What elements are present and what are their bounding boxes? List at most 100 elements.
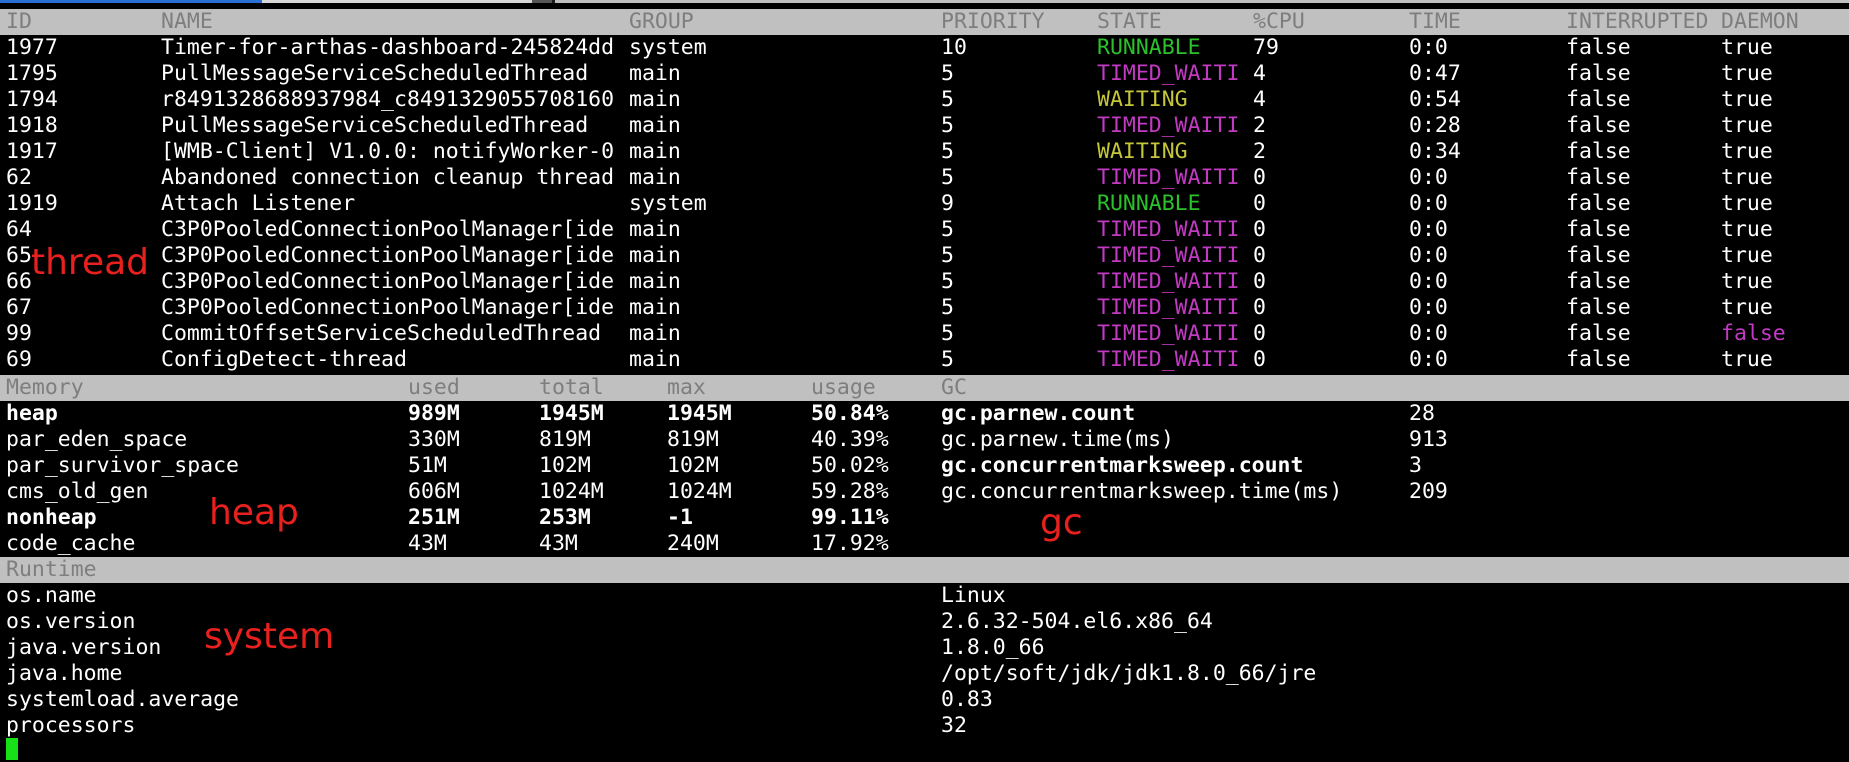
- thread-group-cell: system: [629, 35, 707, 60]
- thread-group-cell: system: [629, 191, 707, 216]
- runtime-property-value: Linux: [941, 583, 1006, 608]
- thread-cpu-cell: 0: [1253, 191, 1266, 216]
- thread-time-cell: 0:54: [1409, 87, 1461, 112]
- thread-daemon-cell: true: [1721, 61, 1773, 86]
- thread-daemon-cell: true: [1721, 139, 1773, 164]
- memory-total-cell: 1024M: [539, 479, 604, 504]
- thread-priority-cell: 5: [941, 87, 954, 112]
- memory-usage-cell: 50.02%: [811, 453, 889, 478]
- memory-name-cell: heap: [6, 401, 58, 426]
- annotation-thread: thread: [31, 242, 150, 283]
- gc-metric-value: 3: [1409, 453, 1422, 478]
- thread-time-cell: 0:0: [1409, 295, 1448, 320]
- annotation-gc: gc: [1040, 502, 1083, 543]
- thread-interrupted-cell: false: [1566, 347, 1631, 372]
- thread-time-cell: 0:0: [1409, 321, 1448, 346]
- thread-cpu-cell: 0: [1253, 165, 1266, 190]
- thread-cpu-cell: 2: [1253, 139, 1266, 164]
- thread-id-cell: 1919: [6, 191, 58, 216]
- memory-max-cell: 102M: [667, 453, 719, 478]
- tab-separator: [532, 0, 552, 3]
- thread-col-header: DAEMON: [1721, 9, 1799, 34]
- runtime-property-value: 32: [941, 713, 967, 738]
- thread-interrupted-cell: false: [1566, 87, 1631, 112]
- thread-group-cell: main: [629, 269, 681, 294]
- thread-daemon-cell: true: [1721, 217, 1773, 242]
- thread-time-cell: 0:28: [1409, 113, 1461, 138]
- runtime-header: [0, 557, 1849, 583]
- thread-priority-cell: 5: [941, 165, 954, 190]
- terminal-cursor: [6, 738, 18, 760]
- thread-daemon-cell: true: [1721, 243, 1773, 268]
- memory-max-cell: -1: [667, 505, 693, 530]
- thread-state-cell: WAITING: [1097, 139, 1188, 164]
- thread-state-cell: RUNNABLE: [1097, 191, 1201, 216]
- runtime-property-value: /opt/soft/jdk/jdk1.8.0_66/jre: [941, 661, 1317, 686]
- thread-daemon-cell: true: [1721, 113, 1773, 138]
- thread-group-cell: main: [629, 217, 681, 242]
- thread-group-cell: main: [629, 165, 681, 190]
- thread-interrupted-cell: false: [1566, 165, 1631, 190]
- active-tab-indicator[interactable]: [0, 0, 262, 3]
- thread-id-cell: 1794: [6, 87, 58, 112]
- memory-total-cell: 102M: [539, 453, 591, 478]
- gc-col-header: GC: [941, 375, 967, 400]
- memory-col-header: usage: [811, 375, 876, 400]
- thread-priority-cell: 5: [941, 61, 954, 86]
- gc-metric-name: gc.concurrentmarksweep.time(ms): [941, 479, 1343, 504]
- gc-metric-value: 209: [1409, 479, 1448, 504]
- thread-interrupted-cell: false: [1566, 321, 1631, 346]
- memory-max-cell: 1945M: [667, 401, 732, 426]
- thread-name-cell: ConfigDetect-thread: [161, 347, 407, 372]
- thread-state-cell: TIMED_WAITI: [1097, 113, 1240, 138]
- thread-state-cell: TIMED_WAITI: [1097, 217, 1240, 242]
- gc-metric-name: gc.concurrentmarksweep.count: [941, 453, 1304, 478]
- thread-group-cell: main: [629, 295, 681, 320]
- thread-interrupted-cell: false: [1566, 243, 1631, 268]
- thread-time-cell: 0:47: [1409, 61, 1461, 86]
- thread-state-cell: TIMED_WAITI: [1097, 269, 1240, 294]
- memory-usage-cell: 40.39%: [811, 427, 889, 452]
- thread-group-cell: main: [629, 243, 681, 268]
- memory-name-cell: code_cache: [6, 531, 136, 556]
- thread-state-cell: TIMED_WAITI: [1097, 243, 1240, 268]
- memory-usage-cell: 59.28%: [811, 479, 889, 504]
- runtime-property-name: os.version: [6, 609, 136, 634]
- thread-name-cell: PullMessageServiceScheduledThread: [161, 113, 589, 138]
- runtime-property-value: 2.6.32-504.el6.x86_64: [941, 609, 1213, 634]
- memory-max-cell: 1024M: [667, 479, 732, 504]
- thread-daemon-cell: true: [1721, 35, 1773, 60]
- memory-max-cell: 240M: [667, 531, 719, 556]
- thread-daemon-cell: true: [1721, 347, 1773, 372]
- thread-interrupted-cell: false: [1566, 269, 1631, 294]
- runtime-property-name: os.name: [6, 583, 97, 608]
- memory-name-cell: par_survivor_space: [6, 453, 239, 478]
- thread-state-cell: TIMED_WAITI: [1097, 321, 1240, 346]
- thread-daemon-cell: true: [1721, 87, 1773, 112]
- memory-total-cell: 1945M: [539, 401, 604, 426]
- memory-used-cell: 51M: [408, 453, 447, 478]
- thread-col-header: NAME: [161, 9, 213, 34]
- thread-name-cell: PullMessageServiceScheduledThread: [161, 61, 589, 86]
- memory-max-cell: 819M: [667, 427, 719, 452]
- thread-cpu-cell: 0: [1253, 243, 1266, 268]
- memory-name-cell: par_eden_space: [6, 427, 188, 452]
- runtime-property-value: 1.8.0_66: [941, 635, 1045, 660]
- thread-group-cell: main: [629, 113, 681, 138]
- thread-interrupted-cell: false: [1566, 35, 1631, 60]
- memory-used-cell: 989M: [408, 401, 460, 426]
- thread-state-cell: TIMED_WAITI: [1097, 61, 1240, 86]
- memory-col-header: used: [408, 375, 460, 400]
- thread-priority-cell: 5: [941, 269, 954, 294]
- thread-state-cell: TIMED_WAITI: [1097, 165, 1240, 190]
- memory-name-cell: nonheap: [6, 505, 97, 530]
- thread-group-cell: main: [629, 61, 681, 86]
- thread-priority-cell: 5: [941, 217, 954, 242]
- thread-id-cell: 1795: [6, 61, 58, 86]
- thread-state-cell: TIMED_WAITI: [1097, 347, 1240, 372]
- tab-indicator[interactable]: [262, 0, 532, 3]
- thread-daemon-cell: true: [1721, 269, 1773, 294]
- thread-id-cell: 1977: [6, 35, 58, 60]
- thread-interrupted-cell: false: [1566, 139, 1631, 164]
- thread-id-cell: 67: [6, 295, 32, 320]
